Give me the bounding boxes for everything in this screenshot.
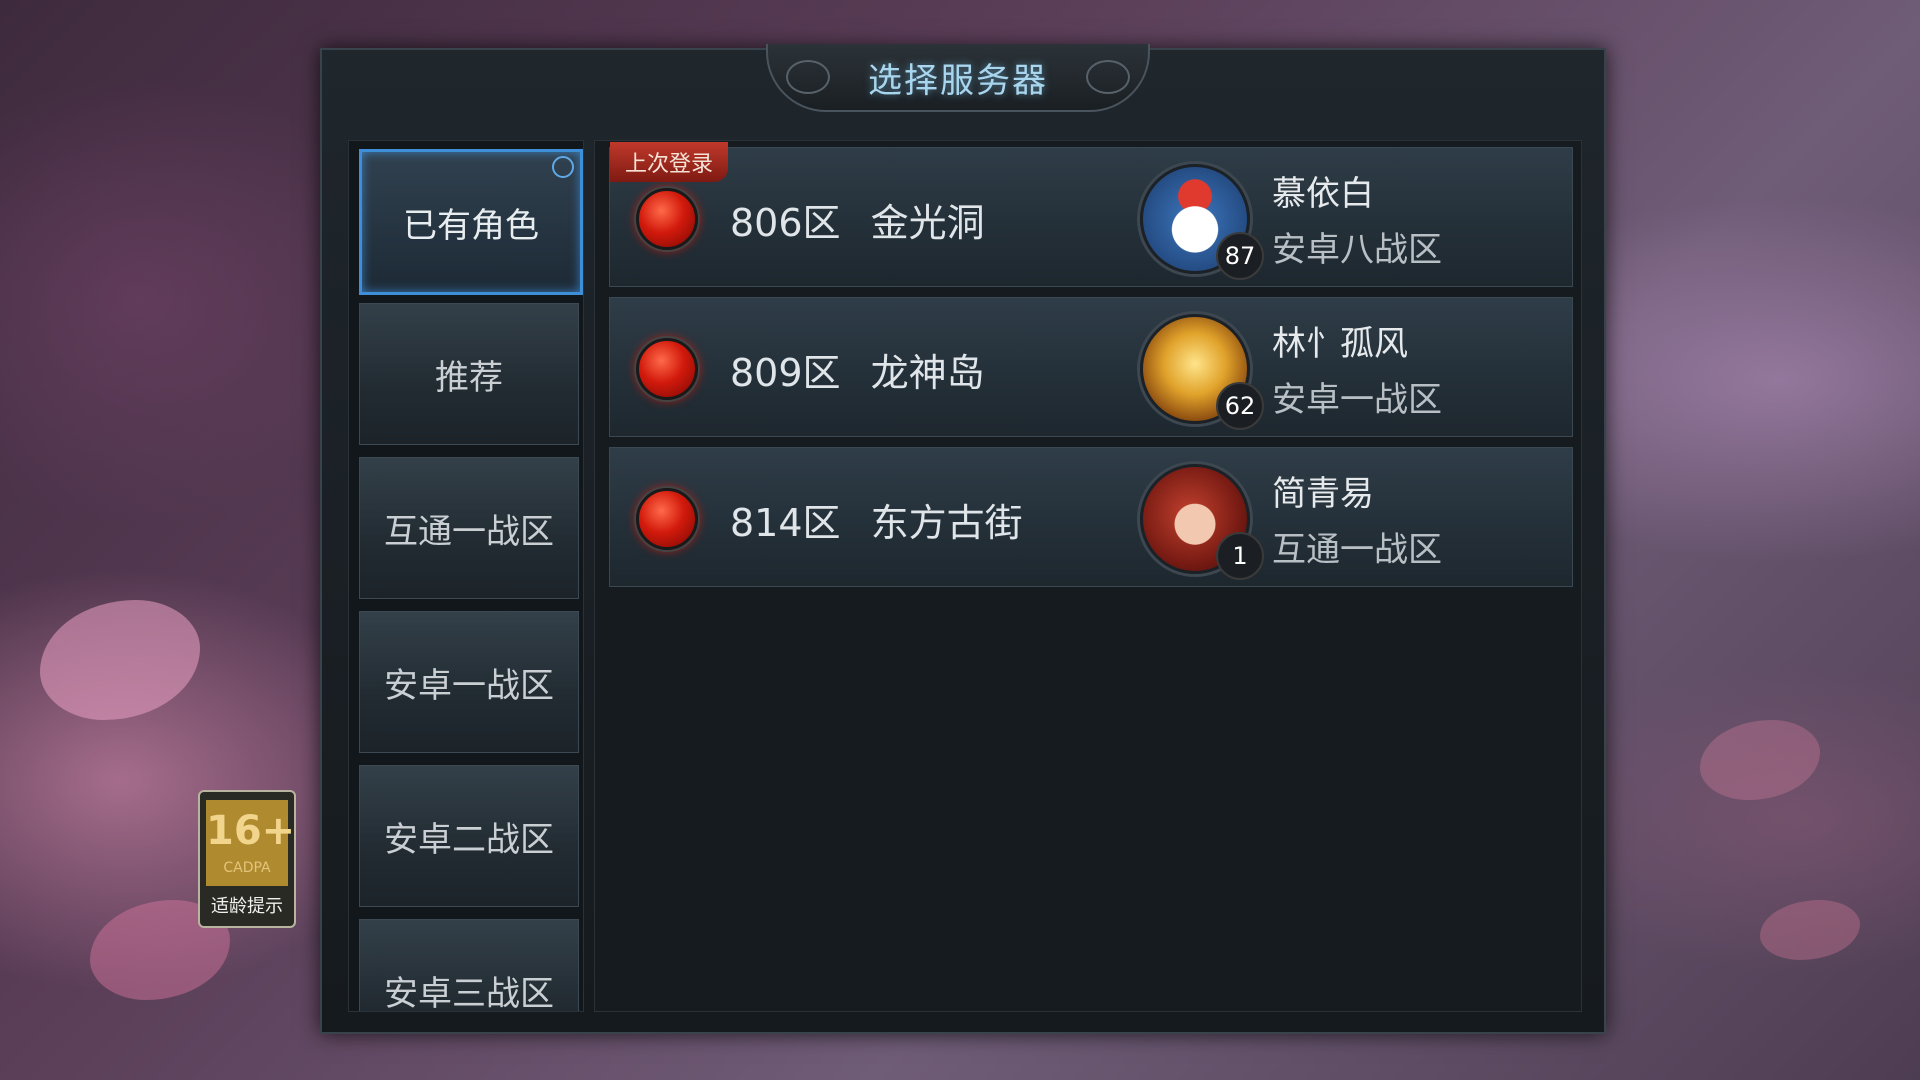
tab-label: 安卓二战区: [384, 819, 554, 860]
title-plate: 选择服务器: [766, 44, 1150, 112]
tab-android-zone-1[interactable]: 安卓一战区: [359, 611, 579, 753]
server-row[interactable]: 上次登录 806区 金光洞 87 慕依白 安卓八战区: [609, 142, 1573, 287]
tab-label: 安卓一战区: [384, 665, 554, 706]
character-zone: 安卓八战区: [1272, 230, 1442, 270]
window-title: 选择服务器: [868, 60, 1048, 101]
server-name: 东方古街: [870, 501, 1023, 545]
red-status-dot-icon: [636, 338, 698, 400]
server-number: 806区: [730, 201, 841, 245]
server-row[interactable]: 814区 东方古街 1 简青易 互通一战区: [609, 447, 1573, 587]
petal-decoration: [1700, 720, 1820, 800]
server-name: 龙神岛: [870, 351, 985, 395]
server-title: 806区 金光洞: [730, 192, 1003, 247]
character-zone: 安卓一战区: [1272, 380, 1442, 420]
tab-android-zone-3[interactable]: 安卓三战区: [359, 919, 579, 1012]
tab-recommended[interactable]: 推荐: [359, 303, 579, 445]
age-rating-org: CADPA: [223, 860, 271, 876]
tab-android-zone-2[interactable]: 安卓二战区: [359, 765, 579, 907]
age-rating-label: 适龄提示: [211, 896, 283, 917]
character-name: 慕依白: [1272, 174, 1374, 214]
age-rating-number: 16+: [206, 808, 296, 854]
petal-decoration: [40, 600, 200, 720]
age-rating-badge: 16+ CADPA 适龄提示: [198, 790, 296, 928]
server-title: 809区 龙神岛: [730, 342, 1003, 397]
tab-interop-zone-1[interactable]: 互通一战区: [359, 457, 579, 599]
server-number: 809区: [730, 351, 841, 395]
server-row[interactable]: 809区 龙神岛 62 林忄孤风 安卓一战区: [609, 297, 1573, 437]
server-number: 814区: [730, 501, 841, 545]
server-name: 金光洞: [870, 201, 985, 245]
petal-decoration: [1760, 900, 1860, 960]
server-category-sidebar: 已有角色 推荐 互通一战区 安卓一战区 安卓二战区 安卓三战区: [348, 140, 584, 1012]
tab-label: 推荐: [435, 357, 503, 398]
tab-existing-characters[interactable]: 已有角色: [359, 149, 583, 295]
server-list: 上次登录 806区 金光洞 87 慕依白 安卓八战区 809区 龙神岛 62 林…: [594, 140, 1582, 1012]
character-zone: 互通一战区: [1272, 530, 1442, 570]
swirl-corner-icon: [552, 156, 574, 178]
character-level-badge: 1: [1216, 532, 1264, 580]
red-status-dot-icon: [636, 488, 698, 550]
server-title: 814区 东方古街: [730, 492, 1041, 547]
tab-label: 已有角色: [403, 205, 539, 246]
character-name: 简青易: [1272, 474, 1374, 514]
character-level-badge: 87: [1216, 232, 1264, 280]
character-name: 林忄孤风: [1272, 324, 1408, 364]
last-login-tag: 上次登录: [610, 142, 728, 182]
character-level-badge: 62: [1216, 382, 1264, 430]
server-select-window: 选择服务器 已有角色 推荐 互通一战区 安卓一战区 安卓二战区 安卓三战区 上次…: [320, 44, 1606, 1034]
red-status-dot-icon: [636, 188, 698, 250]
age-rating-emblem: 16+ CADPA: [206, 800, 296, 886]
tab-label: 安卓三战区: [384, 973, 554, 1012]
tab-label: 互通一战区: [384, 511, 554, 552]
